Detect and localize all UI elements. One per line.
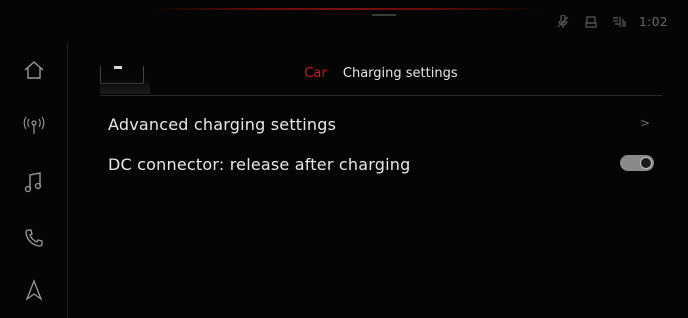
chevron-right-icon: >: [639, 116, 650, 130]
page-title: Car Charging settings: [100, 66, 662, 81]
home-icon: [24, 61, 44, 79]
navigation-icon: [25, 279, 43, 301]
sidebar-item-music[interactable]: [0, 154, 68, 210]
wireless-charging-icon: [611, 14, 627, 30]
mute-mic-icon: [555, 14, 571, 30]
sidebar-item-home[interactable]: [0, 42, 68, 98]
top-accent-line: [150, 8, 540, 10]
sidebar-item-radio[interactable]: [0, 98, 68, 154]
list-item-label: DC connector: release after charging: [108, 154, 411, 174]
page-title-text: Charging settings: [342, 66, 458, 81]
status-bar: 1:02: [555, 14, 668, 30]
seat-icon: [583, 14, 599, 30]
breadcrumb-section: Car: [304, 66, 327, 81]
list-item-dc-connector-release[interactable]: DC connector: release after charging: [100, 144, 662, 184]
list-item-advanced-charging[interactable]: Advanced charging settings >: [100, 104, 662, 144]
top-center-marker: [372, 14, 396, 16]
phone-icon: [25, 229, 43, 247]
music-icon: [24, 172, 42, 193]
list-item-label: Advanced charging settings: [108, 114, 337, 134]
radio-icon: [23, 116, 45, 134]
toggle-knob: [640, 157, 652, 169]
page-header: Car Charging settings: [100, 58, 662, 96]
clock: 1:02: [639, 15, 668, 29]
sidebar: [0, 42, 68, 318]
sidebar-item-navigation[interactable]: [0, 262, 68, 318]
dc-release-toggle[interactable]: [620, 155, 654, 171]
sidebar-item-phone[interactable]: [0, 210, 68, 266]
infotainment-screen: 1:02 Car Charging settings Advanced char…: [0, 0, 688, 318]
settings-list: Advanced charging settings > DC connecto…: [100, 104, 662, 184]
